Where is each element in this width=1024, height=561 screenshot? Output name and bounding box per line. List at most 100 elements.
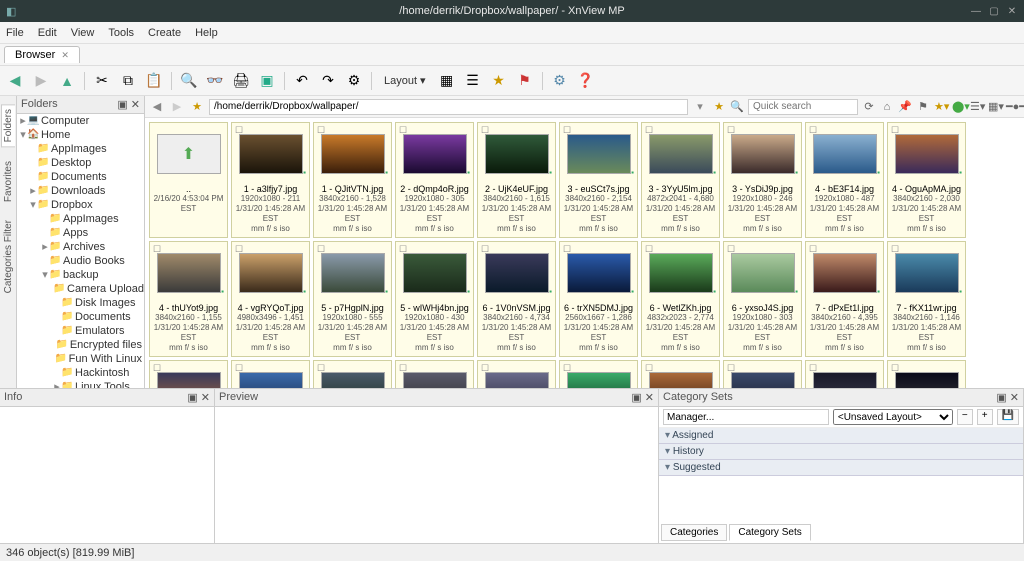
quick-search-input[interactable] <box>748 99 858 115</box>
rating-icon[interactable]: ★▾ <box>934 100 948 113</box>
tree-node[interactable]: 📁Documents <box>17 310 144 324</box>
thumbnail-item[interactable]: ☐▪6 - 1V0nVSM.jpg3840x2160 - 4,7341/31/2… <box>477 241 556 357</box>
up-icon[interactable]: ▲ <box>58 72 76 90</box>
tree-node[interactable]: 📁Apps <box>17 226 144 240</box>
refresh-icon[interactable]: ⟳ <box>862 100 876 113</box>
thumbnail-item[interactable]: ☐▪7 - rBkYhVN.jpg3840x2160 - 726mm f/ s … <box>149 360 228 388</box>
thumbnail-item[interactable]: ☐▪10 - ZZOuSo4.jpg1920x1080 - 341mm f/ s… <box>641 360 720 388</box>
parent-dir-thumb[interactable]: ⬆..2/16/20 4:53:04 PM EST <box>149 122 228 238</box>
panel-controls-icon[interactable]: ▣ ✕ <box>117 98 140 111</box>
panel-controls-icon[interactable]: ▣ ✕ <box>187 391 210 404</box>
thumbnails-icon[interactable]: ▦ <box>438 72 456 90</box>
section-suggested[interactable]: Suggested <box>659 460 1023 476</box>
star-icon[interactable]: ★ <box>490 72 508 90</box>
thumbnail-item[interactable]: ☐▪5 - p7HgplN.jpg1920x1080 - 5551/31/20 … <box>313 241 392 357</box>
path-input[interactable] <box>209 99 688 115</box>
add-button[interactable]: + <box>977 409 993 425</box>
panel-controls-icon[interactable]: ▣ ✕ <box>996 391 1019 404</box>
tab-browser[interactable]: Browser ✕ <box>4 46 80 63</box>
tree-node[interactable]: ▸📁Archives <box>17 240 144 254</box>
thumbnail-item[interactable]: ☐▪6 - yxsoJ4S.jpg1920x1080 - 3031/31/20 … <box>723 241 802 357</box>
app-menu-icon[interactable]: ◧ <box>6 5 16 18</box>
label-icon[interactable]: ⬤▾ <box>952 100 966 113</box>
save-button[interactable]: 💾 <box>997 409 1019 425</box>
menu-view[interactable]: View <box>71 27 95 39</box>
layout-select[interactable]: <Unsaved Layout> <box>833 409 953 425</box>
layout-dropdown[interactable]: Layout▾ <box>380 72 430 89</box>
thumbnail-item[interactable]: ☐▪3 - 3YyU5lm.jpg4872x2041 - 4,6801/31/2… <box>641 122 720 238</box>
details-icon[interactable]: ☰ <box>464 72 482 90</box>
tree-node[interactable]: 📁Emulators <box>17 324 144 338</box>
close-icon[interactable]: ✕ <box>1006 5 1018 17</box>
tag-icon[interactable]: ⚑ <box>516 72 534 90</box>
thumbnail-item[interactable]: ☐▪4 - OguApMA.jpg3840x2160 - 2,0301/31/2… <box>887 122 966 238</box>
maximize-icon[interactable]: ▢ <box>988 5 1000 17</box>
binoculars-icon[interactable]: 👓 <box>206 72 224 90</box>
thumbnail-item[interactable]: ☐▪6 - trXN5DMJ.jpg2560x1667 - 1,2861/31/… <box>559 241 638 357</box>
thumbnail-item[interactable]: ☐▪11 - oEBpSow.jpg5208x2983 - 1,462mm f/… <box>723 360 802 388</box>
cut-icon[interactable]: ✂ <box>93 72 111 90</box>
tree-node[interactable]: 📁Encrypted files <box>17 338 144 352</box>
path-dropdown-icon[interactable]: ▾ <box>692 100 708 113</box>
thumbnail-item[interactable]: ☐▪3 - YsDiJ9p.jpg1920x1080 - 2461/31/20 … <box>723 122 802 238</box>
tab-categories[interactable]: Categories <box>661 524 727 541</box>
rotate-left-icon[interactable]: ↶ <box>293 72 311 90</box>
side-tab-favorites[interactable]: Favorites <box>2 157 15 206</box>
thumbnail-item[interactable]: ☐▪12 - B9BwU02.jpgmm f/ s iso <box>887 360 966 388</box>
zoom-icon[interactable]: 🔍 <box>180 72 198 90</box>
thumbnail-item[interactable]: ☐▪4 - bE3F14.jpg1920x1080 - 4871/31/20 1… <box>805 122 884 238</box>
thumbnail-item[interactable]: ☐▪4 - vgRYQoT.jpg4980x3496 - 1,4511/31/2… <box>231 241 310 357</box>
thumbnail-grid[interactable]: ⬆..2/16/20 4:53:04 PM EST☐▪1 - a3lfjy7.j… <box>145 118 1024 388</box>
manager-input[interactable] <box>663 409 829 425</box>
tree-node[interactable]: 📁Fun With Linux <box>17 352 144 366</box>
section-history[interactable]: History <box>659 444 1023 460</box>
thumbnail-item[interactable]: ☐▪1 - a3lfjy7.jpg1920x1080 - 2111/31/20 … <box>231 122 310 238</box>
settings-icon[interactable]: ⚙ <box>551 72 569 90</box>
menu-edit[interactable]: Edit <box>38 27 57 39</box>
thumbnail-item[interactable]: ☐▪8 - 3PWMIlY.jpg1920x1080 - 112mm f/ s … <box>231 360 310 388</box>
star-filter-icon[interactable]: ★ <box>712 100 726 113</box>
thumbnail-item[interactable]: ☐▪2 - dQmp4oR.jpg1920x1080 - 3051/31/20 … <box>395 122 474 238</box>
tree-node[interactable]: 📁Audio Books <box>17 254 144 268</box>
thumbnail-item[interactable]: ☐▪8 - KMrl379d.jpg3840x2160 - 1,246mm f/… <box>313 360 392 388</box>
pin-icon[interactable]: 📌 <box>898 100 912 113</box>
tree-node[interactable]: ▸📁Downloads <box>17 184 144 198</box>
section-assigned[interactable]: Assigned <box>659 428 1023 444</box>
panel-controls-icon[interactable]: ▣ ✕ <box>631 391 654 404</box>
thumbnail-item[interactable]: ☐▪7 - dPxEt1l.jpg3840x2160 - 4,3951/31/2… <box>805 241 884 357</box>
home-icon[interactable]: ⌂ <box>880 101 894 113</box>
thumbnail-item[interactable]: ☐▪7 - fKX11wr.jpg3840x2160 - 1,1461/31/2… <box>887 241 966 357</box>
side-tab-categories-filter[interactable]: Categories Filter <box>2 216 15 297</box>
tree-node[interactable]: 📁AppImages <box>17 212 144 226</box>
tree-node[interactable]: 📁Desktop <box>17 156 144 170</box>
tree-node[interactable]: 📁Camera Uploads <box>17 282 144 296</box>
close-tab-icon[interactable]: ✕ <box>61 50 69 61</box>
convert-icon[interactable]: ⚙ <box>345 72 363 90</box>
paste-icon[interactable]: 📋 <box>145 72 163 90</box>
rotate-right-icon[interactable]: ↷ <box>319 72 337 90</box>
tree-node[interactable]: 📁AppImages <box>17 142 144 156</box>
thumbnail-item[interactable]: ☐▪9 - qq9B2eZ.jpg1920x1080 - 394mm f/ s … <box>477 360 556 388</box>
menu-file[interactable]: File <box>6 27 24 39</box>
tab-category-sets[interactable]: Category Sets <box>729 524 810 541</box>
tree-node[interactable]: ▾📁Dropbox <box>17 198 144 212</box>
remove-button[interactable]: − <box>957 409 973 425</box>
thumbnail-item[interactable]: ☐▪6 - WetlZKh.jpg4832x2023 - 2,7741/31/2… <box>641 241 720 357</box>
menu-create[interactable]: Create <box>148 27 181 39</box>
menu-help[interactable]: Help <box>195 27 218 39</box>
back-icon[interactable]: ◀ <box>6 72 24 90</box>
favorite-icon[interactable]: ★ <box>189 100 205 113</box>
thumbnail-item[interactable]: ☐▪10 - MnbOHUV.jpg3840x2160 - 810mm f/ s… <box>559 360 638 388</box>
fullscreen-icon[interactable]: ▣ <box>258 72 276 90</box>
print-icon[interactable]: 🖨 <box>232 72 250 90</box>
tree-node[interactable]: ▸💻Computer <box>17 114 144 128</box>
view-icon[interactable]: ▦▾ <box>988 100 1002 113</box>
side-tab-folders[interactable]: Folders <box>1 104 15 147</box>
tree-node[interactable]: ▾🏠Home <box>17 128 144 142</box>
thumbnail-item[interactable]: ☐▪4 - thUYot9.jpg3840x2160 - 1,1551/31/2… <box>149 241 228 357</box>
thumbnail-item[interactable]: ☐▪9 - GAjTwoj.jpg1920x1080 - 321mm f/ s … <box>395 360 474 388</box>
forward-icon[interactable]: ▶ <box>32 72 50 90</box>
thumbnail-item[interactable]: ☐▪2 - UjK4eUF.jpg3840x2160 - 1,6151/31/2… <box>477 122 556 238</box>
tree-node[interactable]: 📁Disk Images <box>17 296 144 310</box>
tree-node[interactable]: 📁Documents <box>17 170 144 184</box>
